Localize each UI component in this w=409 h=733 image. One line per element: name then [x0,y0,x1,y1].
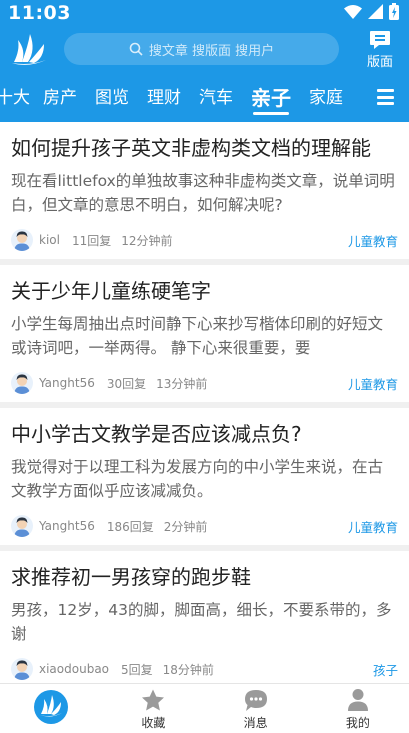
avatar[interactable] [11,372,33,394]
article-snippet: 现在看littlefox的单独故事这种非虚构类文章，说单词明白，但文章的意思不明… [11,172,395,214]
search-placeholder: 搜文章 搜版面 搜用户 [148,43,275,59]
search-input[interactable]: 搜文章 搜版面 搜用户 [64,33,339,65]
reply-count: 11回复 [71,233,112,248]
nav-messages[interactable]: 消息 [205,684,307,733]
banmian-label: 版面 [366,55,393,70]
category-tag[interactable]: 儿童教育 [348,231,398,250]
avatar[interactable] [11,229,33,251]
post-time: 2分钟前 [163,519,208,534]
active-tab-indicator [253,112,289,115]
article-title[interactable]: 关于少年儿童练硬笔字 [11,278,398,304]
author-name[interactable]: Yanght56 [39,376,95,390]
status-time: 11:03 [8,2,71,24]
article-snippet: 男孩，12岁，43的脚，脚面高，细长，不要系带的，多谢 [11,601,392,643]
category-tag[interactable]: 儿童教育 [348,374,398,393]
article-snippet: 我觉得对于以理工科为发展方向的中小学生来说，在古文教学方面似乎应该减减负。 [11,458,384,500]
list-item[interactable]: 求推荐初一男孩穿的跑步鞋 男孩，12岁，43的脚，脚面高，细长，不要系带的，多谢… [0,551,409,683]
post-time: 18分钟前 [162,662,214,677]
reply-count: 5回复 [121,662,153,677]
category-tag[interactable]: 孩子 [373,660,398,679]
list-item[interactable]: 中小学古文教学是否应该减点负? 我觉得对于以理工科为发展方向的中小学生来说，在古… [0,408,409,545]
reply-count: 30回复 [106,376,147,391]
tab-fangchan[interactable]: 房产 [43,80,77,116]
avatar[interactable] [11,658,33,680]
bottom-nav: 收藏 消息 我的 [0,683,409,733]
article-title[interactable]: 中小学古文教学是否应该减点负? [11,421,398,447]
tab-qinzi[interactable]: 亲子 [251,80,291,116]
list-item[interactable]: 关于少年儿童练硬笔字 小学生每周抽出点时间静下心来抄写楷体印刷的好短文或诗词吧，… [0,265,409,402]
reply-count: 186回复 [106,519,154,534]
person-icon [347,686,369,712]
nav-favorites[interactable]: 收藏 [102,684,204,733]
tab-jiating[interactable]: 家庭 [309,80,343,116]
article-snippet: 小学生每周抽出点时间静下心来抄写楷体印刷的好短文或诗词吧，一举两得。 静下心来很… [11,315,384,357]
category-tag[interactable]: 儿童教育 [348,517,398,536]
article-meta: Yanght56 186回复 2分钟前 儿童教育 [11,513,398,539]
signal-icon [368,3,383,23]
search-icon [129,42,143,56]
article-meta: Yanght56 30回复 13分钟前 儿童教育 [11,370,398,396]
status-bar: 11:03 [0,0,409,26]
author-name[interactable]: xiaodoubao [39,662,109,676]
battery-icon [389,2,399,24]
app-logo-icon[interactable] [10,32,50,68]
wifi-icon [344,4,362,23]
tab-shida[interactable]: 十大 [0,80,30,116]
board-icon [365,30,395,50]
post-time: 13分钟前 [156,376,208,391]
app-header: 11:03 搜文章 搜版面 搜用户 版面 十大 房产 图览 理财 汽车 亲子 家… [0,0,409,122]
article-title[interactable]: 求推荐初一男孩穿的跑步鞋 [11,564,398,590]
article-meta: xiaodoubao 5回复 18分钟前 孩子 [11,656,398,682]
author-name[interactable]: Yanght56 [39,519,95,533]
banmian-button[interactable]: 版面 [365,30,395,70]
menu-icon[interactable] [377,89,394,105]
nav-messages-label: 消息 [243,716,268,730]
nav-profile[interactable]: 我的 [307,684,409,733]
category-tabs: 十大 房产 图览 理财 汽车 亲子 家庭 [0,80,409,116]
nav-favorites-label: 收藏 [141,716,166,730]
author-name[interactable]: kiol [39,233,60,247]
article-title[interactable]: 如何提升孩子英文非虚构类文档的理解能 [11,135,398,161]
nav-home[interactable] [0,684,102,733]
avatar[interactable] [11,515,33,537]
list-item[interactable]: 如何提升孩子英文非虚构类文档的理解能 现在看littlefox的单独故事这种非虚… [0,122,409,259]
star-icon [141,686,165,712]
article-meta: kiol 11回复 12分钟前 儿童教育 [11,227,398,253]
post-time: 12分钟前 [121,233,173,248]
tab-qiche[interactable]: 汽车 [199,80,233,116]
app-logo-icon [33,689,69,728]
nav-profile-label: 我的 [345,716,370,730]
message-icon [244,686,268,712]
tab-tulan[interactable]: 图览 [95,80,129,116]
tab-licai[interactable]: 理财 [147,80,181,116]
